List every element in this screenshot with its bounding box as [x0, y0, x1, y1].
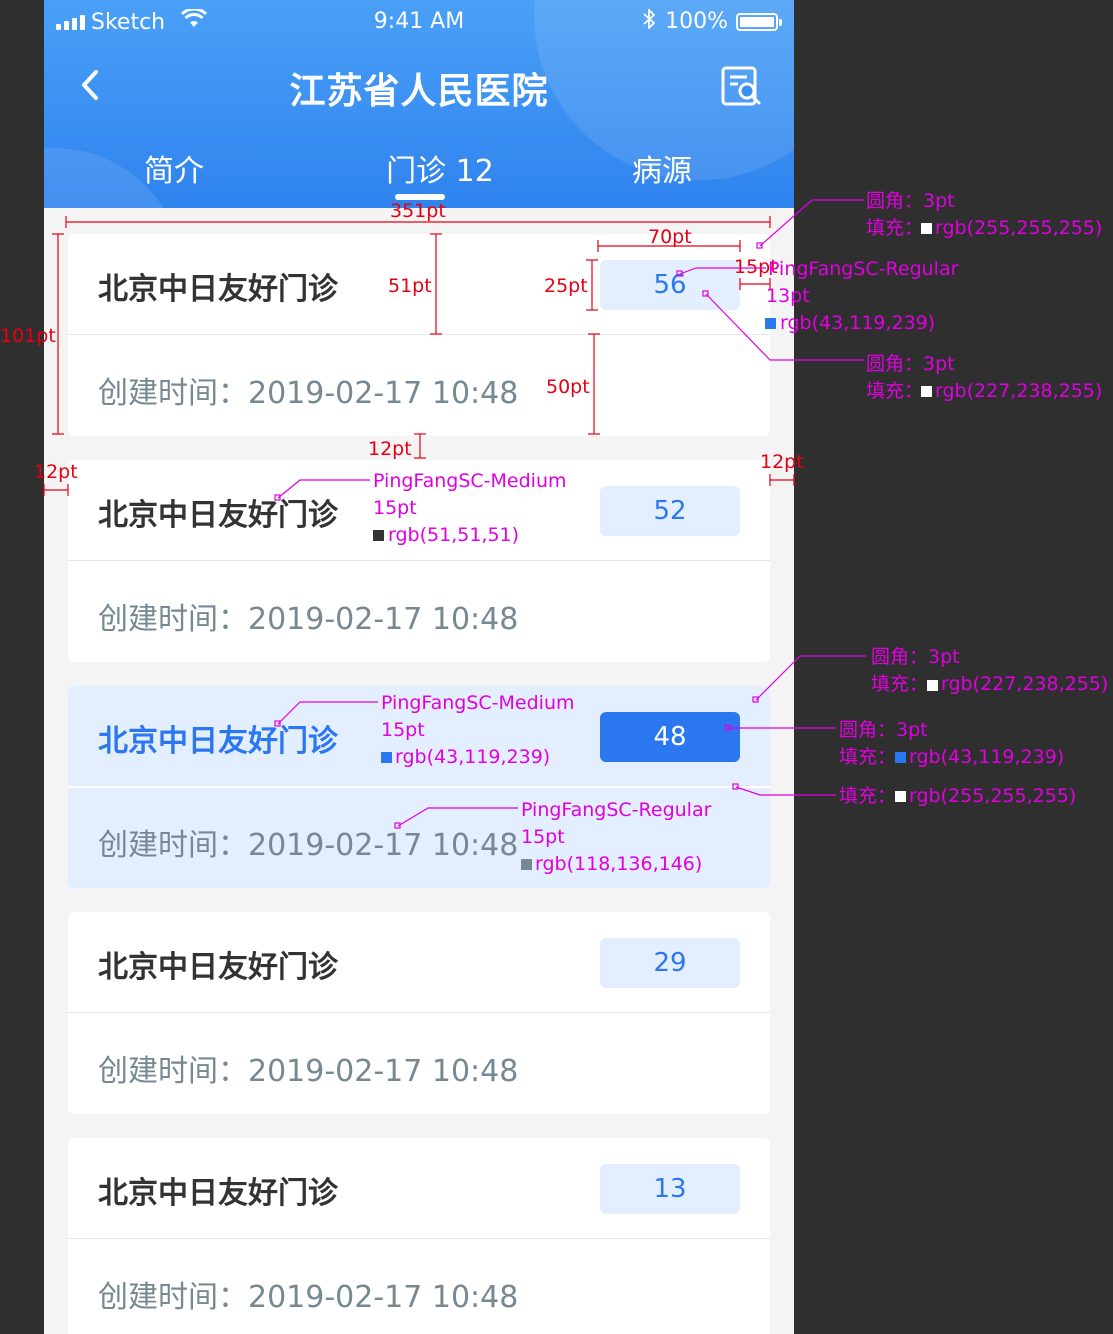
header: Sketch 9:41 AM 100% 江苏省人民医院 简介 门诊 12 病源	[44, 0, 794, 208]
created-time: 创建时间：2019-02-17 10:48	[98, 828, 519, 863]
card-fill-label: 填充：	[866, 217, 923, 239]
page-title: 江苏省人民医院	[289, 71, 549, 112]
sel-radius-label: 圆角：3pt	[871, 646, 960, 668]
count-color-label: rgb(43,119,239)	[780, 312, 935, 334]
divider	[68, 1238, 770, 1239]
count-font-label: PingFangSC-Regular	[768, 258, 959, 280]
created-time: 创建时间：2019-02-17 10:48	[98, 376, 519, 411]
divider-fill-label: 填充：	[839, 785, 896, 807]
created-time: 创建时间：2019-02-17 10:48	[98, 1054, 519, 1089]
count-badge: 52	[600, 486, 740, 536]
document-search-icon	[721, 66, 761, 106]
status-bar: Sketch 9:41 AM 100%	[44, 0, 794, 44]
clinic-name: 北京中日友好门诊	[98, 272, 338, 307]
sel-count-fill-value: rgb(43,119,239)	[909, 746, 1064, 768]
card-fill-value: rgb(255,255,255)	[935, 217, 1102, 239]
phone-screen: Sketch 9:41 AM 100% 江苏省人民医院 简介 门诊 12 病源 …	[44, 0, 794, 1334]
sel-count-fill-label: 填充：	[839, 746, 896, 768]
count-badge: 56	[600, 260, 740, 310]
clinic-name: 北京中日友好门诊	[98, 724, 338, 759]
divider-fill-value: rgb(255,255,255)	[909, 785, 1076, 807]
divider	[68, 786, 770, 788]
count-badge: 13	[600, 1164, 740, 1214]
clinic-name: 北京中日友好门诊	[98, 1176, 338, 1211]
search-record-button[interactable]	[720, 64, 764, 108]
bluetooth-icon	[643, 7, 656, 34]
clinic-card[interactable]: 北京中日友好门诊 56 创建时间：2019-02-17 10:48	[68, 234, 770, 436]
count-badge: 29	[600, 938, 740, 988]
card-radius-label: 圆角：3pt	[866, 190, 955, 212]
count-badge: 48	[600, 712, 740, 762]
active-tab-indicator	[395, 194, 445, 200]
tab-clinics[interactable]: 门诊 12	[340, 146, 540, 190]
clinic-card[interactable]: 北京中日友好门诊 29 创建时间：2019-02-17 10:48	[68, 912, 770, 1114]
created-time: 创建时间：2019-02-17 10:48	[98, 1280, 519, 1315]
divider	[68, 334, 770, 335]
sel-fill-value: rgb(227,238,255)	[941, 673, 1108, 695]
clinic-list: 北京中日友好门诊 56 创建时间：2019-02-17 10:48 北京中日友好…	[68, 234, 770, 1334]
divider	[68, 560, 770, 561]
count-fill-label: 填充：	[866, 380, 923, 402]
sel-count-radius-label: 圆角：3pt	[839, 719, 928, 741]
clinic-name: 北京中日友好门诊	[98, 498, 338, 533]
count-fill-value: rgb(227,238,255)	[935, 380, 1102, 402]
divider	[68, 1012, 770, 1013]
clinic-card[interactable]: 北京中日友好门诊 13 创建时间：2019-02-17 10:48	[68, 1138, 770, 1334]
clinic-card[interactable]: 北京中日友好门诊 52 创建时间：2019-02-17 10:48	[68, 460, 770, 662]
sel-fill-label: 填充：	[871, 673, 928, 695]
clinic-name: 北京中日友好门诊	[98, 950, 338, 985]
battery-icon	[736, 12, 782, 31]
battery-percent: 100%	[665, 9, 728, 34]
tab-sources[interactable]: 病源	[562, 146, 762, 190]
tab-intro[interactable]: 简介	[74, 146, 274, 190]
count-radius-label: 圆角：3pt	[866, 353, 955, 375]
created-time: 创建时间：2019-02-17 10:48	[98, 602, 519, 637]
clinic-card-selected[interactable]: 北京中日友好门诊 48 创建时间：2019-02-17 10:48	[68, 686, 770, 888]
